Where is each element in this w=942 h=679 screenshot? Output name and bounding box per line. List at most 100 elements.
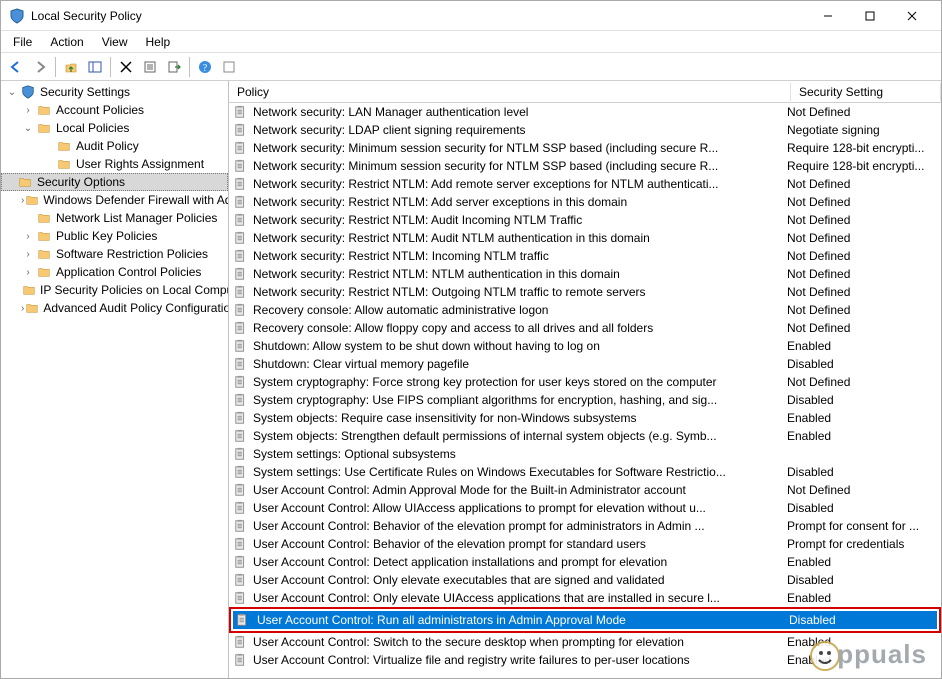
tree-node[interactable]: › Advanced Audit Policy Configuration [1, 299, 228, 317]
policy-icon [233, 320, 249, 336]
policy-icon [233, 230, 249, 246]
show-hide-tree-button[interactable] [84, 56, 106, 78]
policy-row-highlighted[interactable]: User Account Control: Run all administra… [229, 607, 941, 633]
tree-node[interactable]: IP Security Policies on Local Computer [1, 281, 228, 299]
toolbar-separator [110, 57, 111, 77]
expand-icon[interactable] [41, 157, 55, 171]
up-button[interactable] [60, 56, 82, 78]
policy-row[interactable]: User Account Control: Only elevate execu… [229, 571, 941, 589]
menu-help[interactable]: Help [138, 35, 179, 49]
forward-button[interactable] [29, 56, 51, 78]
policy-row[interactable]: User Account Control: Behavior of the el… [229, 517, 941, 535]
policy-setting: Disabled [789, 613, 935, 627]
policy-row[interactable]: Network security: Restrict NTLM: Audit N… [229, 229, 941, 247]
tree-node-label: Security Settings [40, 85, 130, 99]
policy-row[interactable]: Network security: Minimum session securi… [229, 139, 941, 157]
policy-row[interactable]: Network security: Restrict NTLM: Audit I… [229, 211, 941, 229]
policy-name: System objects: Require case insensitivi… [253, 411, 787, 425]
policy-icon [233, 266, 249, 282]
policy-icon [233, 374, 249, 390]
expand-icon[interactable]: › [21, 301, 24, 315]
policy-row[interactable]: System settings: Use Certificate Rules o… [229, 463, 941, 481]
policy-row[interactable]: System objects: Require case insensitivi… [229, 409, 941, 427]
policy-row[interactable]: Network security: Restrict NTLM: NTLM au… [229, 265, 941, 283]
tree-node[interactable]: User Rights Assignment [1, 155, 228, 173]
expand-icon[interactable]: › [21, 229, 35, 243]
menu-action[interactable]: Action [42, 35, 91, 49]
properties-button[interactable] [139, 56, 161, 78]
policy-name: System settings: Use Certificate Rules o… [253, 465, 787, 479]
tree-node[interactable]: Network List Manager Policies [1, 209, 228, 227]
close-button[interactable] [891, 2, 933, 30]
expand-icon[interactable]: › [21, 265, 35, 279]
expand-icon[interactable]: › [21, 247, 35, 261]
column-header-setting[interactable]: Security Setting [791, 83, 941, 101]
menu-view[interactable]: View [94, 35, 136, 49]
policy-icon [233, 446, 249, 462]
policy-row[interactable]: Network security: LAN Manager authentica… [229, 103, 941, 121]
expand-icon[interactable]: ⌄ [21, 121, 35, 135]
policy-row[interactable]: User Account Control: Behavior of the el… [229, 535, 941, 553]
tree-node[interactable]: Audit Policy [1, 137, 228, 155]
policy-row[interactable]: Network security: Restrict NTLM: Incomin… [229, 247, 941, 265]
policy-row[interactable]: System cryptography: Use FIPS compliant … [229, 391, 941, 409]
minimize-button[interactable] [807, 2, 849, 30]
policy-row[interactable]: Network security: Restrict NTLM: Add ser… [229, 193, 941, 211]
policy-setting: Not Defined [787, 195, 937, 209]
policy-name: User Account Control: Behavior of the el… [253, 537, 787, 551]
tree-node[interactable]: Security Options [1, 173, 228, 191]
policy-row[interactable]: User Account Control: Switch to the secu… [229, 633, 941, 651]
expand-icon[interactable]: ⌄ [5, 85, 19, 99]
refresh-button[interactable] [218, 56, 240, 78]
policy-icon [233, 482, 249, 498]
column-header-policy[interactable]: Policy [229, 83, 791, 101]
help-button[interactable]: ? [194, 56, 216, 78]
policy-setting: Enabled [787, 429, 937, 443]
expand-icon[interactable] [41, 139, 55, 153]
tree-node[interactable]: › Software Restriction Policies [1, 245, 228, 263]
policy-row[interactable]: User Account Control: Only elevate UIAcc… [229, 589, 941, 607]
policy-row[interactable]: Shutdown: Allow system to be shut down w… [229, 337, 941, 355]
list-body[interactable]: Network security: LAN Manager authentica… [229, 103, 941, 678]
policy-row[interactable]: Shutdown: Clear virtual memory pagefileD… [229, 355, 941, 373]
policy-icon [233, 554, 249, 570]
policy-row[interactable]: System cryptography: Force strong key pr… [229, 373, 941, 391]
tree-panel[interactable]: ⌄ Security Settings ›Account Policies⌄Lo… [1, 81, 229, 678]
expand-icon[interactable] [2, 175, 16, 189]
policy-row[interactable]: User Account Control: Detect application… [229, 553, 941, 571]
policy-row[interactable]: Network security: LDAP client signing re… [229, 121, 941, 139]
policy-row[interactable]: User Account Control: Admin Approval Mod… [229, 481, 941, 499]
policy-row[interactable]: Network security: Minimum session securi… [229, 157, 941, 175]
export-button[interactable] [163, 56, 185, 78]
tree-node[interactable]: ›Windows Defender Firewall with Advanced… [1, 191, 228, 209]
delete-button[interactable] [115, 56, 137, 78]
tree-root[interactable]: ⌄ Security Settings [1, 83, 228, 101]
policy-row[interactable]: User Account Control: Allow UIAccess app… [229, 499, 941, 517]
policy-row[interactable]: System settings: Optional subsystems [229, 445, 941, 463]
tree-node[interactable]: ›Account Policies [1, 101, 228, 119]
policy-row[interactable]: User Account Control: Virtualize file an… [229, 651, 941, 669]
policy-row[interactable]: Network security: Restrict NTLM: Outgoin… [229, 283, 941, 301]
folder-icon [25, 192, 39, 208]
tree-node-label: Software Restriction Policies [56, 247, 208, 261]
policy-row[interactable]: Network security: Restrict NTLM: Add rem… [229, 175, 941, 193]
policy-name: Network security: Restrict NTLM: Audit I… [253, 213, 787, 227]
policy-icon [233, 518, 249, 534]
expand-icon[interactable] [21, 211, 35, 225]
back-button[interactable] [5, 56, 27, 78]
policy-row[interactable]: Recovery console: Allow automatic admini… [229, 301, 941, 319]
tree-node[interactable]: ›Public Key Policies [1, 227, 228, 245]
shield-icon [20, 84, 36, 100]
policy-row[interactable]: Recovery console: Allow floppy copy and … [229, 319, 941, 337]
policy-name: Network security: Restrict NTLM: Audit N… [253, 231, 787, 245]
folder-icon [36, 264, 52, 280]
expand-icon[interactable]: › [21, 103, 35, 117]
tree-node[interactable]: ⌄Local Policies [1, 119, 228, 137]
policy-name: System cryptography: Force strong key pr… [253, 375, 787, 389]
tree-node[interactable]: ›Application Control Policies [1, 263, 228, 281]
tree-node-label: Advanced Audit Policy Configuration [43, 301, 229, 315]
maximize-button[interactable] [849, 2, 891, 30]
policy-row[interactable]: System objects: Strengthen default permi… [229, 427, 941, 445]
expand-icon[interactable]: › [21, 193, 24, 207]
menu-file[interactable]: File [5, 35, 40, 49]
